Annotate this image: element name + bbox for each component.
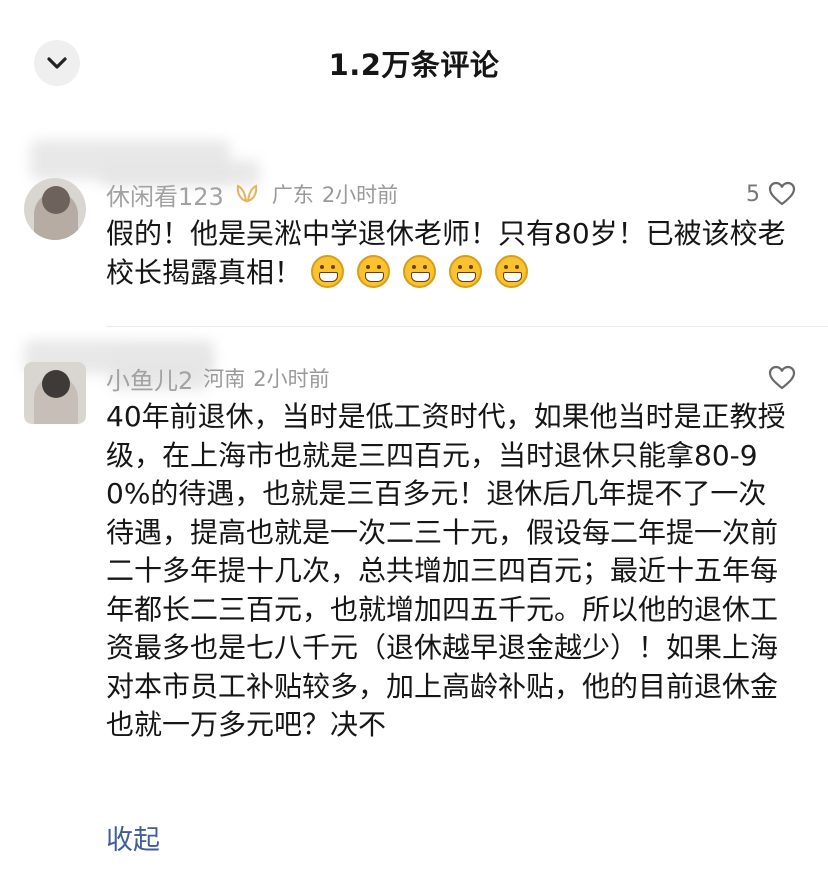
- comment-location: 广东: [271, 183, 314, 207]
- like-button[interactable]: [760, 362, 796, 394]
- comment-meta: 小鱼儿2 河南 2小时前: [106, 361, 330, 396]
- avatar-head: [42, 186, 70, 214]
- comment-body[interactable]: 40年前退休，当时是低工资时代，如果他当时是正教授级，在上海市也就是三四百元，当…: [106, 398, 786, 745]
- grin-emoji-icon: [356, 254, 390, 288]
- comment-time: 2小时前: [321, 183, 399, 207]
- avatar[interactable]: [24, 178, 86, 240]
- comment-count-title: 1.2万条评论: [328, 48, 500, 82]
- collapse-comment-link[interactable]: 收起: [106, 818, 160, 857]
- like-button[interactable]: 5: [746, 178, 796, 210]
- avatar[interactable]: [24, 362, 86, 424]
- grin-emoji-icon: [310, 254, 344, 288]
- grin-emoji-icon: [494, 254, 528, 288]
- comment-body[interactable]: 假的！他是吴淞中学退休老师！只有80岁！已被该校老校长揭露真相！: [106, 215, 786, 292]
- heart-icon: [768, 181, 796, 206]
- comment-username[interactable]: 休闲看123: [106, 177, 224, 212]
- emoji-row: [310, 254, 532, 289]
- comment-text: 40年前退休，当时是低工资时代，如果他当时是正教授级，在上海市也就是三四百元，当…: [106, 400, 786, 741]
- comment-username[interactable]: 小鱼儿2: [106, 361, 193, 396]
- comments-sheet: 1.2万条评论 休闲看123 广东 2小时前 5 假的！他是吴淞中学退休老师！只…: [0, 0, 828, 896]
- comment-divider: [106, 326, 828, 327]
- like-count: 5: [746, 181, 760, 207]
- comment-meta: 休闲看123 广东 2小时前: [106, 177, 399, 212]
- heart-icon: [768, 365, 796, 390]
- grin-emoji-icon: [448, 254, 482, 288]
- wings-badge-icon: [236, 184, 257, 203]
- avatar-head: [42, 370, 70, 398]
- grin-emoji-icon: [402, 254, 436, 288]
- comment-time: 2小时前: [253, 367, 330, 391]
- comments-header: 1.2万条评论: [0, 0, 828, 125]
- comment-location: 河南: [203, 367, 246, 391]
